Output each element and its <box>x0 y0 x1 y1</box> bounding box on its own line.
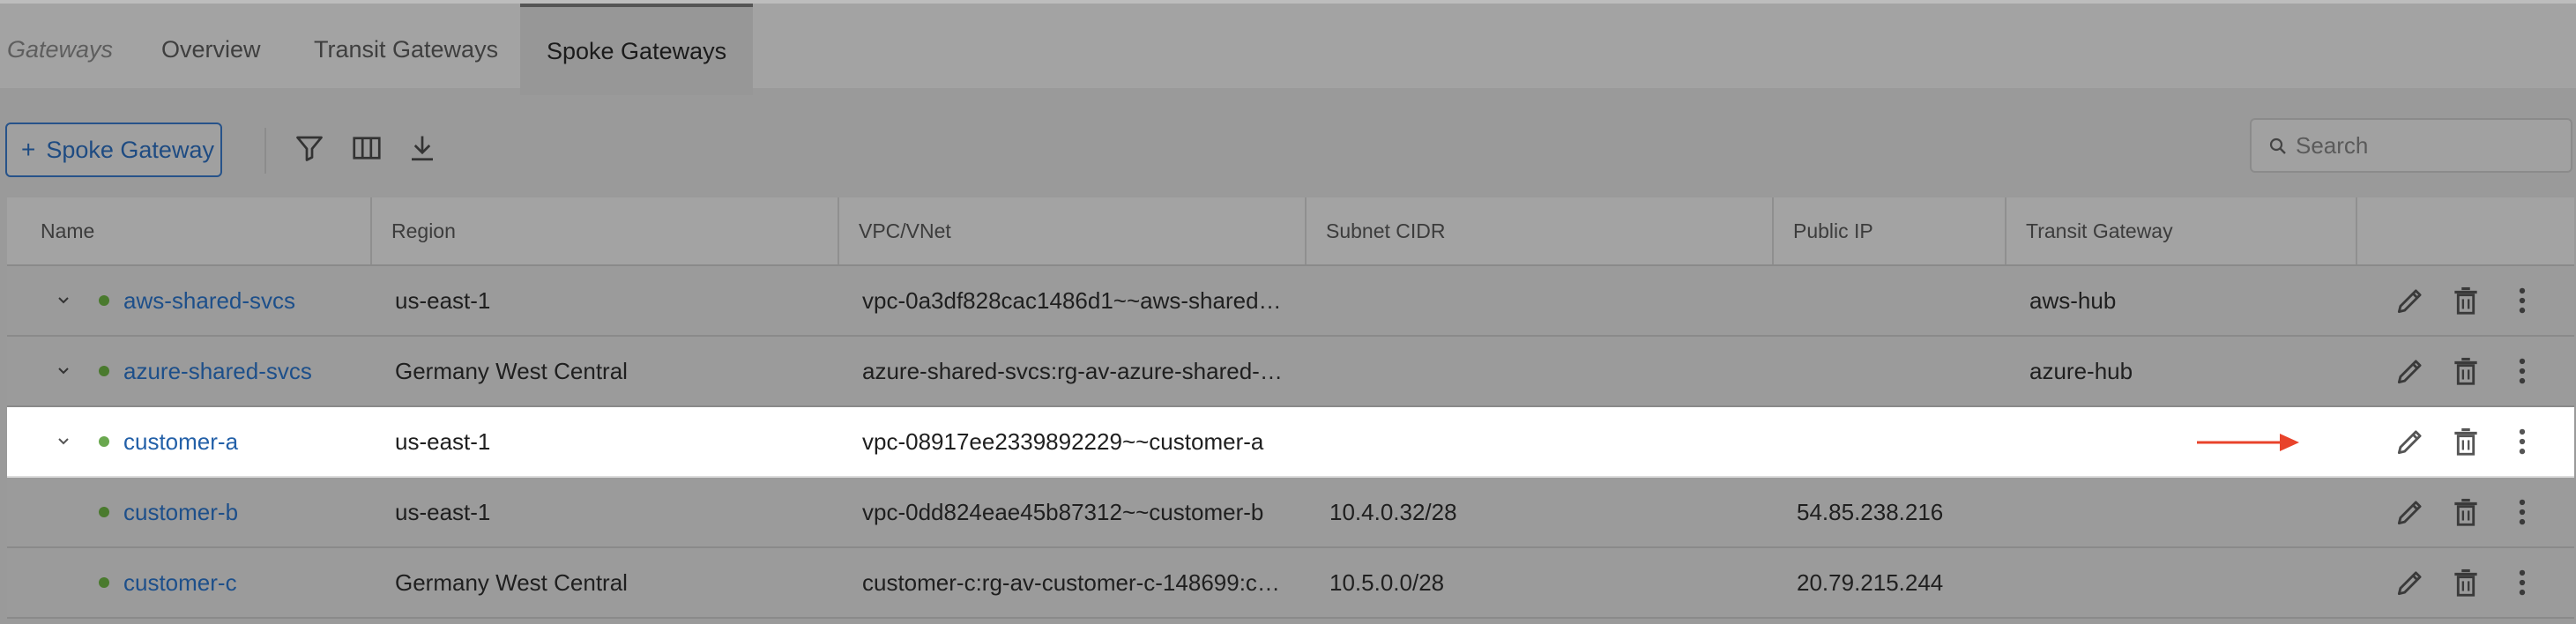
public-ip-cell: 20.79.215.244 <box>1797 569 1944 596</box>
more-vertical-icon[interactable] <box>2505 425 2539 458</box>
more-vertical-icon[interactable] <box>2505 495 2539 529</box>
table-row[interactable]: customer-b us-east-1 vpc-0dd824eae45b873… <box>7 478 2574 548</box>
vpc-cell: vpc-0a3df828cac1486d1~~aws-shared-svcs <box>862 287 1285 314</box>
search-input[interactable]: Search <box>2250 118 2572 173</box>
column-header-name[interactable]: Name <box>7 197 370 264</box>
public-ip-cell <box>1797 337 1999 405</box>
status-dot <box>99 436 109 447</box>
table-row[interactable]: aws-shared-svcs us-east-1 vpc-0a3df828ca… <box>7 266 2574 337</box>
transit-gateway-cell: azure-hub <box>2029 358 2133 384</box>
chevron-down-icon[interactable] <box>53 360 74 382</box>
edit-icon[interactable] <box>2394 284 2427 317</box>
more-vertical-icon[interactable] <box>2505 354 2539 388</box>
public-ip-cell <box>1797 266 1999 335</box>
subnet-cell <box>1329 407 1753 476</box>
public-ip-cell <box>1797 407 1999 476</box>
column-header-actions <box>2356 197 2574 264</box>
edit-icon[interactable] <box>2394 354 2427 388</box>
status-dot <box>99 295 109 306</box>
edit-icon[interactable] <box>2394 495 2427 529</box>
region-cell: us-east-1 <box>395 287 491 314</box>
region-cell: Germany West Central <box>395 569 628 596</box>
transit-gateway-cell <box>2029 478 2347 546</box>
tab-overview[interactable]: Overview <box>161 7 261 92</box>
columns-icon[interactable] <box>351 132 383 164</box>
table-header: Name Region VPC/VNet Subnet CIDR Public … <box>7 197 2574 266</box>
breadcrumb[interactable]: Gateways <box>7 7 113 92</box>
download-icon[interactable] <box>406 132 438 164</box>
toolbar-divider <box>264 128 266 174</box>
plus-icon: + <box>21 136 36 163</box>
subnet-cell <box>1329 337 1753 405</box>
subnet-cell: 10.5.0.0/28 <box>1329 569 1445 596</box>
region-cell: Germany West Central <box>395 358 628 384</box>
delete-icon[interactable] <box>2449 284 2483 317</box>
table-row[interactable]: customer-c Germany West Central customer… <box>7 548 2574 619</box>
spoke-gateways-table: Name Region VPC/VNet Subnet CIDR Public … <box>7 197 2574 624</box>
tab-bar: Gateways Overview Transit Gateways Spoke… <box>0 0 2576 95</box>
add-spoke-gateway-button[interactable]: + Spoke Gateway <box>5 123 222 177</box>
transit-gateway-cell <box>2029 407 2188 476</box>
delete-icon[interactable] <box>2449 425 2483 458</box>
vpc-cell: customer-c:rg-av-customer-c-148699:custo… <box>862 569 1285 596</box>
gateway-name-link[interactable]: aws-shared-svcs <box>123 266 361 335</box>
vpc-cell: vpc-0dd824eae45b87312~~customer-b <box>862 499 1264 525</box>
public-ip-cell: 54.85.238.216 <box>1797 499 1944 525</box>
column-header-vpc[interactable]: VPC/VNet <box>838 197 1305 264</box>
annotation-arrow-icon <box>2197 434 2299 451</box>
region-cell: us-east-1 <box>395 428 491 455</box>
chevron-down-icon[interactable] <box>53 431 74 452</box>
subnet-cell: 10.4.0.32/28 <box>1329 499 1457 525</box>
subnet-cell <box>1329 266 1753 335</box>
delete-icon[interactable] <box>2449 566 2483 599</box>
tab-spoke-gateways[interactable]: Spoke Gateways <box>520 4 754 95</box>
filter-icon[interactable] <box>294 132 325 164</box>
vpc-cell: vpc-08917ee2339892229~~customer-a <box>862 428 1264 455</box>
vpc-cell: azure-shared-svcs:rg-av-azure-shared-svc… <box>862 358 1285 384</box>
add-button-label: Spoke Gateway <box>46 137 214 163</box>
column-header-subnet-cidr[interactable]: Subnet CIDR <box>1305 197 1772 264</box>
search-placeholder: Search <box>2296 132 2369 159</box>
column-header-region[interactable]: Region <box>370 197 838 264</box>
column-header-public-ip[interactable]: Public IP <box>1772 197 2005 264</box>
chevron-down-icon[interactable] <box>53 290 74 311</box>
search-icon <box>2269 137 2286 154</box>
gateway-name-link[interactable]: customer-c <box>123 548 361 617</box>
transit-gateway-cell <box>2029 548 2347 617</box>
more-vertical-icon[interactable] <box>2505 566 2539 599</box>
delete-icon[interactable] <box>2449 495 2483 529</box>
gateway-name-link[interactable]: customer-b <box>123 478 361 546</box>
more-vertical-icon[interactable] <box>2505 284 2539 317</box>
region-cell: us-east-1 <box>395 499 491 525</box>
table-row-highlighted[interactable]: customer-a us-east-1 vpc-08917ee23398922… <box>7 407 2574 478</box>
status-dot <box>99 577 109 588</box>
edit-icon[interactable] <box>2394 425 2427 458</box>
transit-gateway-cell: aws-hub <box>2029 287 2117 314</box>
status-dot <box>99 507 109 517</box>
status-dot <box>99 366 109 376</box>
edit-icon[interactable] <box>2394 566 2427 599</box>
column-header-transit-gateway[interactable]: Transit Gateway <box>2005 197 2356 264</box>
gateway-name-link[interactable]: azure-shared-svcs <box>123 337 361 405</box>
delete-icon[interactable] <box>2449 354 2483 388</box>
tab-transit-gateways[interactable]: Transit Gateways <box>314 7 498 92</box>
table-row[interactable]: azure-shared-svcs Germany West Central a… <box>7 337 2574 407</box>
gateway-name-link[interactable]: customer-a <box>123 407 361 476</box>
